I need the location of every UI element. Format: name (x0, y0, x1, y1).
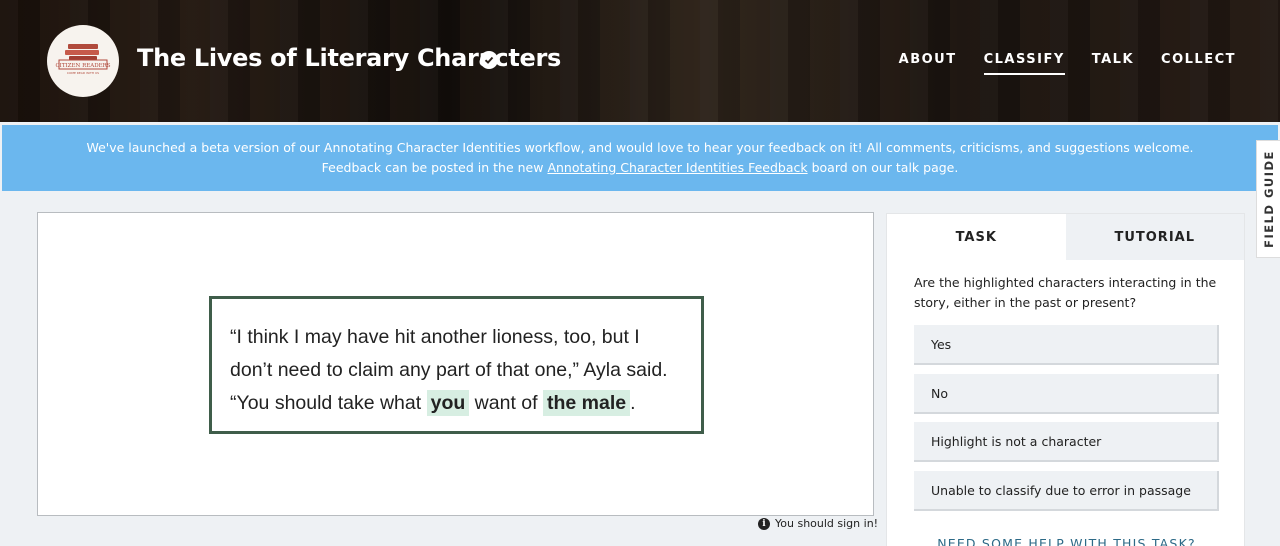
answer-error-button[interactable]: Unable to classify due to error in passa… (914, 471, 1219, 511)
answer-no-button[interactable]: No (914, 374, 1219, 414)
svg-text:COME READ WITH US: COME READ WITH US (67, 71, 99, 75)
field-guide-label: FIELD GUIDE (1261, 150, 1276, 248)
text-passage: “I think I may have hit another lioness,… (209, 296, 704, 434)
banner-line-2: Feedback can be posted in the new Annota… (2, 158, 1278, 178)
announcement-banner: We've launched a beta version of our Ann… (2, 125, 1278, 191)
banner-text: board on our talk page. (807, 160, 959, 175)
task-help-link[interactable]: NEED SOME HELP WITH THIS TASK? (887, 536, 1246, 546)
svg-text:CITIZEN READERS: CITIZEN READERS (55, 63, 110, 69)
info-icon: i (758, 517, 770, 530)
banner-line-1: We've launched a beta version of our Ann… (86, 140, 1194, 155)
task-panel: TASK TUTORIAL Are the highlighted charac… (886, 213, 1245, 546)
signin-message: You should sign in! (775, 517, 879, 530)
book-stack-logo-icon: CITIZEN READERS COME READ WITH US (53, 31, 113, 91)
project-nav: ABOUT CLASSIFY TALK COLLECT (899, 52, 1236, 75)
task-tabs: TASK TUTORIAL (887, 214, 1244, 260)
field-guide-tab[interactable]: FIELD GUIDE (1256, 140, 1280, 258)
highlighted-character-1: you (426, 390, 470, 416)
task-question: Are the highlighted characters interacti… (914, 275, 1217, 310)
project-logo[interactable]: CITIZEN READERS COME READ WITH US (47, 25, 119, 97)
passage-text: . (630, 392, 636, 414)
feedback-board-link[interactable]: Annotating Character Identities Feedback (547, 160, 807, 175)
answer-yes-button[interactable]: Yes (914, 325, 1219, 365)
nav-talk[interactable]: TALK (1092, 52, 1134, 67)
answer-not-character-button[interactable]: Highlight is not a character (914, 422, 1219, 462)
nav-classify[interactable]: CLASSIFY (983, 52, 1065, 75)
subject-viewer: “I think I may have hit another lioness,… (37, 212, 874, 516)
nav-about[interactable]: ABOUT (899, 52, 957, 67)
tab-task[interactable]: TASK (887, 214, 1066, 260)
highlighted-character-2: the male (542, 390, 631, 416)
tab-tutorial[interactable]: TUTORIAL (1065, 214, 1244, 260)
verified-badge-icon (480, 51, 498, 69)
passage-text: want of (469, 392, 543, 414)
project-header: CITIZEN READERS COME READ WITH US The Li… (0, 0, 1280, 122)
nav-collect[interactable]: COLLECT (1161, 52, 1236, 67)
banner-text: Feedback can be posted in the new (321, 160, 548, 175)
signin-notice[interactable]: i You should sign in! (758, 517, 878, 530)
